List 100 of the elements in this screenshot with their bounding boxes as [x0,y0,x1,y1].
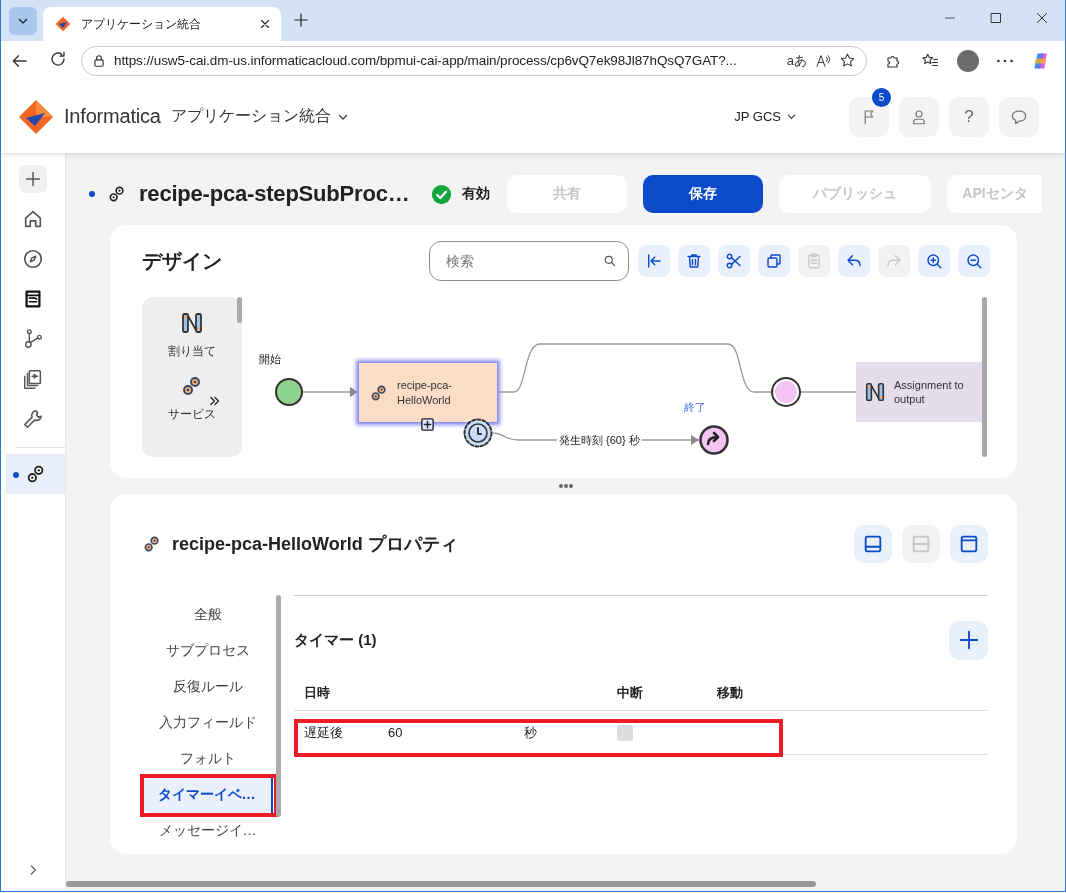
browser-tab[interactable]: アプリケーション統合 [43,7,281,41]
add-button[interactable] [949,620,988,660]
service-switcher[interactable]: アプリケーション統合 [170,106,349,127]
toolbar-button[interactable] [958,245,990,277]
notification-badge: 5 [872,87,891,107]
nav-item[interactable]: 入力フィールド [142,705,273,741]
lock-icon [92,53,106,68]
palette-item[interactable]: 割り当て [142,311,242,360]
service-task[interactable]: recipe-pca-HelloWorld [358,362,498,423]
nav-item[interactable]: フォルト [142,741,273,777]
tab-title: アプリケーション統合 [81,15,202,33]
table-cell-text: 60 [388,725,404,740]
checkbox[interactable] [617,724,633,741]
trash-icon [685,252,703,270]
zoom-out-icon [965,252,983,270]
more-icon [997,58,1013,63]
document-icon [22,288,44,310]
rail-item[interactable] [6,454,65,494]
read-aloud-icon [815,52,831,69]
nav-item[interactable]: 反復ルール [142,669,273,705]
search-field[interactable]: 検索 [429,241,629,281]
brand-name: Informatica [64,105,161,128]
status-text: 有効 [462,185,491,203]
layout-button[interactable] [950,525,988,563]
help-button[interactable]: ? [949,96,989,137]
nav-item[interactable]: タイマーイベ… [142,777,273,813]
collapse-left-icon [645,252,663,270]
toolbar-button[interactable] [838,245,870,277]
toolbar-button[interactable] [918,245,950,277]
stacked-files-icon [22,368,44,390]
connector-line [302,387,359,397]
nav-item[interactable]: 全般 [142,597,273,633]
translate-button[interactable]: aあ [786,51,807,70]
double-chevron-icon [208,394,222,408]
close-icon [1036,12,1048,24]
add-icon [957,629,980,651]
copy-icon [765,252,783,270]
chevron-down-icon [786,111,797,122]
maximize-icon [990,12,1002,24]
start-event[interactable] [275,378,303,406]
action-button[interactable]: 保存 [643,175,764,213]
profile-avatar[interactable] [957,49,979,72]
column-header: 中断 [617,684,644,702]
new-tab-icon [293,12,309,28]
panel-bottom-icon [862,533,884,555]
connector-line [800,391,857,393]
column-header: 日時 [303,684,331,702]
table-cell-text: 遅延後 [303,723,344,742]
flow-label: 発生時刻 {60} 秒 [557,433,642,448]
chat-button[interactable] [999,96,1039,137]
toolbar-button[interactable] [678,245,710,277]
scissors-icon [725,252,743,270]
tab-list-button[interactable] [9,7,37,35]
add-icon [19,165,47,193]
drag-handle-icon [557,483,574,489]
notifications-button[interactable]: 5 [849,86,889,137]
toolbar-button[interactable] [638,245,670,277]
expand-plus-icon [420,417,435,432]
clipboard-icon [805,252,823,270]
url-text: https://usw5-cai.dm-us.informaticacloud.com/bpmui-cai-app/main/process/cp6vQ7ek98Jl87hQsQ7GAT?... [114,53,738,68]
compass-icon [22,248,44,270]
scrollbar-thumb[interactable] [66,881,816,887]
end-event-icon [699,425,729,455]
refresh-icon [49,49,67,68]
column-header: 移動 [717,684,744,702]
zoom-in-icon [925,252,943,270]
assignment-task[interactable]: Assignment to output [856,362,982,422]
toolbar-button[interactable] [758,245,790,277]
gears-icon [107,184,127,204]
timer-event-icon [463,418,493,448]
org-switcher[interactable]: JP GCS [728,108,803,125]
gears-icon [142,534,162,554]
logo-icon [18,98,54,135]
logo-icon [55,16,71,32]
nodes-icon [22,328,44,350]
scrollbar-thumb[interactable] [982,297,987,457]
nav-item[interactable]: サブプロセス [142,633,273,669]
panel-top-icon [958,533,980,555]
assignment-icon [180,311,204,335]
layout-button[interactable] [854,525,892,563]
node-label: 終了 [684,400,706,415]
panel-split-icon [910,533,932,555]
profile-button[interactable] [899,96,939,137]
node-label: 開始 [259,352,281,367]
scrollbar-thumb[interactable] [237,297,242,323]
close-icon [259,18,271,30]
toolbar-button[interactable] [718,245,750,277]
end-event[interactable] [771,377,801,407]
table-cell-text: 秒 [524,723,538,742]
home-icon [22,208,44,230]
nav-item[interactable]: メッセージイ… [142,813,273,849]
check-circle-icon [431,183,453,205]
subsection-title: タイマー (1) [294,630,377,650]
star-icon [839,52,856,69]
person-icon [910,107,928,126]
search-icon [603,254,617,268]
scrollbar-thumb[interactable] [276,595,281,817]
section-title: recipe-pca-HelloWorld プロパティ [172,533,459,556]
section-title: デザイン [142,248,223,274]
palette-item[interactable]: サービス [142,374,242,423]
